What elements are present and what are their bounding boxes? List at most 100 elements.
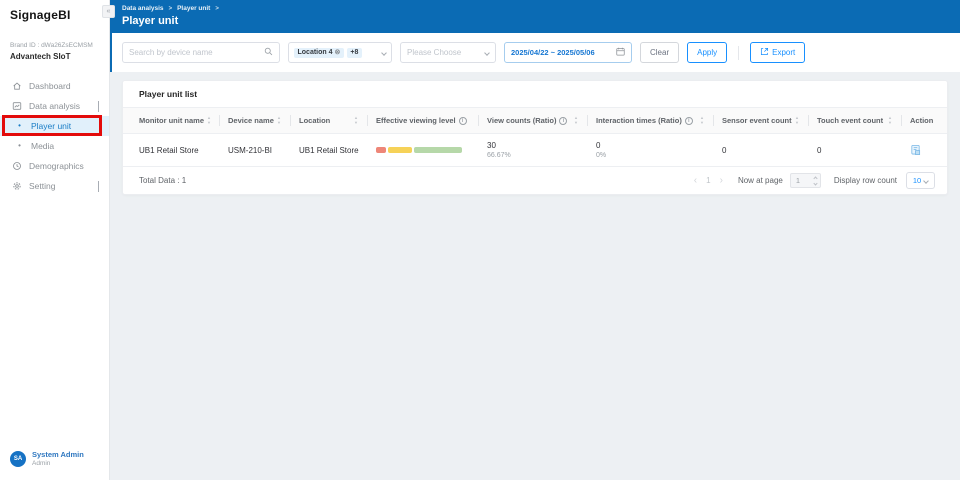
column-label: View counts (Ratio) [487,116,556,125]
column-label: Monitor unit name [139,116,204,125]
sidebar-item-setting[interactable]: Setting [0,176,109,196]
now-at-page-label: Now at page [738,176,783,185]
col-monitor-unit-name[interactable]: Monitor unit name ▲▼ [123,108,220,133]
sidebar-item-label: Demographics [29,161,84,171]
tag-close-icon[interactable]: ⊗ [335,49,341,56]
info-icon[interactable]: i [559,117,567,125]
sort-icon[interactable]: ▲▼ [354,116,360,125]
chevron-down-icon [923,178,929,184]
interaction-times-ratio: 0% [596,152,606,159]
user-profile[interactable]: SA System Admin Admin [10,450,84,467]
calendar-icon [616,47,625,58]
cell-view-counts: 30 66.67% [479,134,588,166]
report-document-icon[interactable] [910,144,921,157]
page-stepper-icon[interactable] [814,177,817,185]
location-multiselect[interactable]: Location 4 ⊗ +8 [288,42,392,63]
cell-action [902,134,947,166]
page-header: Data analysis > Player unit > Player uni… [110,0,960,33]
breadcrumb-separator: > [215,6,219,12]
column-label: Touch event count [817,116,883,125]
col-interaction-times[interactable]: Interaction times (Ratio) i ▲▼ [588,108,714,133]
column-label: Effective viewing level [376,116,456,125]
col-device-name[interactable]: Device name ▲▼ [220,108,291,133]
divider [738,46,739,60]
sidebar-item-label: Data analysis [29,101,80,111]
table-footer: Total Data : 1 ‹ 1 › Now at page Display… [123,166,947,194]
cell-effective-viewing-level [368,134,479,166]
view-counts-ratio: 66.67% [487,152,511,159]
card-title: Player unit list [123,81,947,108]
row-count-select[interactable]: 10 [906,172,935,189]
export-button[interactable]: Export [750,42,805,63]
sidebar-item-dashboard[interactable]: Dashboard [0,76,109,96]
info-icon[interactable]: i [685,117,693,125]
col-touch-event-count[interactable]: Touch event count ▲▼ [809,108,902,133]
interaction-times-value: 0 [596,141,600,150]
sidebar-collapse-icon[interactable]: « [102,5,115,18]
choose-select[interactable]: Please Choose [400,42,496,63]
sidebar-item-label: Media [31,141,54,151]
chevron-down-icon [381,50,387,56]
sort-icon[interactable]: ▲▼ [277,116,283,125]
chevron-down-icon [98,181,99,191]
cell-location: UB1 Retail Store [291,134,368,166]
page-input[interactable] [796,176,810,185]
sidebar-item-data-analysis[interactable]: Data analysis [0,96,109,116]
sidebar-item-media[interactable]: • Media [0,136,109,156]
date-range-value: 2025/04/22 ~ 2025/05/06 [511,48,612,57]
clock-icon [12,161,22,171]
breadcrumb-item-player-unit[interactable]: Player unit [177,5,210,12]
col-sensor-event-count[interactable]: Sensor event count ▲▼ [714,108,809,133]
page-input-box[interactable] [790,173,821,188]
pagination-controls: ‹ 1 › Now at page Display row count 10 [694,172,935,189]
location-more-tag[interactable]: +8 [347,48,362,58]
col-effective-viewing-level: Effective viewing level i [368,108,479,133]
breadcrumb-item-data-analysis[interactable]: Data analysis [122,5,164,12]
location-tag-label: Location 4 [298,49,333,56]
search-input[interactable] [129,48,264,57]
player-unit-list-card: Player unit list Monitor unit name ▲▼ De… [122,80,948,195]
viewing-level-segment [388,147,413,153]
chevron-up-icon [98,101,99,111]
location-tag[interactable]: Location 4 ⊗ [294,48,344,58]
sort-icon[interactable]: ▲▼ [574,116,580,125]
sort-icon[interactable]: ▲▼ [795,116,801,125]
viewing-level-segment [376,147,386,153]
sidebar-item-player-unit[interactable]: • Player unit [0,116,109,136]
user-name: System Admin [32,450,84,459]
sidebar-menu: Dashboard Data analysis • Player unit • … [0,76,109,196]
export-label: Export [772,48,795,57]
page-number[interactable]: 1 [706,176,710,185]
page-title: Player unit [122,15,960,27]
prev-page-icon[interactable]: ‹ [694,176,697,186]
column-label: Action [910,116,933,125]
sidebar: SignageBI « Brand ID : dWa26ZsECMSM Adva… [0,0,110,480]
filter-bar: Location 4 ⊗ +8 Please Choose 2025/04/22… [110,33,960,72]
user-text: System Admin Admin [32,450,84,467]
table-row: UB1 Retail Store USM-210-BI UB1 Retail S… [123,134,947,166]
brand-name: Advantech SIoT [10,52,109,61]
apply-button[interactable]: Apply [687,42,727,63]
select-placeholder: Please Choose [407,48,461,57]
cell-monitor-unit-name: UB1 Retail Store [123,134,220,166]
column-label: Location [299,116,330,125]
total-data-label: Total Data : 1 [139,176,186,185]
col-view-counts[interactable]: View counts (Ratio) i ▲▼ [479,108,588,133]
date-range-picker[interactable]: 2025/04/22 ~ 2025/05/06 [504,42,632,63]
search-icon[interactable] [264,47,273,58]
bullet-icon: • [15,142,24,150]
next-page-icon[interactable]: › [720,176,723,186]
sort-icon[interactable]: ▲▼ [700,116,706,125]
sidebar-item-label: Setting [29,181,55,191]
viewing-level-bar [376,147,462,153]
info-icon[interactable]: i [459,117,467,125]
sort-icon[interactable]: ▲▼ [888,116,894,125]
cell-interaction-times: 0 0% [588,134,714,166]
brand-id: Brand ID : dWa26ZsECMSM [10,42,109,49]
sort-icon[interactable]: ▲▼ [207,116,213,125]
device-search-field[interactable] [122,42,280,63]
clear-button[interactable]: Clear [640,42,679,63]
display-row-count-label: Display row count [834,176,897,185]
col-location[interactable]: Location ▲▼ [291,108,368,133]
sidebar-item-demographics[interactable]: Demographics [0,156,109,176]
